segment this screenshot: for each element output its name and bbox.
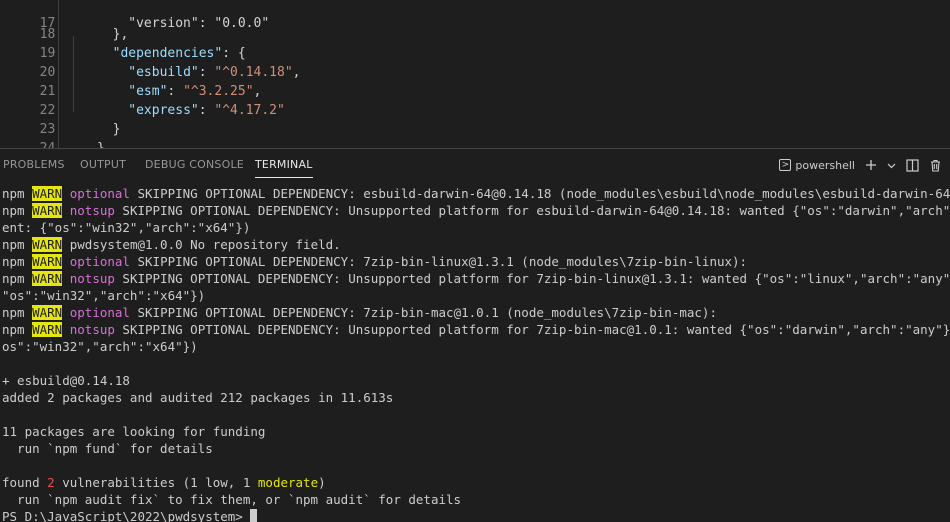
trash-icon [931,159,940,172]
terminal-line: npm WARN pwdsystem@1.0.0 No repository f… [2,237,341,252]
warn-badge: WARN [32,305,63,320]
warn-tag: optional [69,254,130,269]
tab-output[interactable]: OUTPUT [80,158,126,171]
vulnerability-count: 2 [47,475,55,490]
terminal-lines: npm WARN optional SKIPPING OPTIONAL DEPE… [2,185,950,474]
terminal-line: ent: {"os":"win32","arch":"x64"}) [2,220,251,235]
warn-tag: notsup [69,203,115,218]
terminal-line: npm WARN notsup SKIPPING OPTIONAL DEPEND… [2,203,950,218]
split-icon [906,158,919,172]
new-terminal-button[interactable] [865,159,877,171]
terminal-line: os":"win32","arch":"x64"}) [2,339,198,354]
code-line[interactable]: 22 "express": "^4.17.2" [0,82,950,118]
code-line[interactable]: 18 }, [0,6,950,42]
warn-badge: WARN [32,186,63,201]
code-line[interactable]: 19 "dependencies": { [0,25,950,61]
line-number: 24 [31,139,56,148]
warn-badge: WARN [32,322,63,337]
terminal-line: "os":"win32","arch":"x64"}) [2,288,206,303]
terminal-icon: > [779,159,792,171]
code-line[interactable]: 24 } [0,120,950,148]
terminal-line: npm WARN optional SKIPPING OPTIONAL DEPE… [2,305,717,320]
prompt-text: PS D:\JavaScript\2022\pwdsystem> [2,509,251,522]
terminal-prompt[interactable]: PS D:\JavaScript\2022\pwdsystem> [2,508,950,522]
moderate-label: moderate [257,475,319,490]
panel-actions: > powershell [779,156,942,174]
terminal-line: npm WARN optional SKIPPING OPTIONAL DEPE… [2,254,748,269]
terminal-line: npm WARN optional SKIPPING OPTIONAL DEPE… [2,186,950,201]
warn-tag: notsup [69,271,115,286]
warn-badge: WARN [32,271,63,286]
terminal-line: + esbuild@0.14.18 [2,373,130,388]
terminal-line: 11 packages are looking for funding [2,424,266,439]
warn-tag: optional [69,186,130,201]
terminal-cursor [250,509,258,522]
warn-badge: WARN [32,237,63,252]
kill-terminal-button[interactable] [929,159,942,172]
warn-badge: WARN [32,254,63,269]
terminal-line: run `npm fund` for details [2,441,213,456]
terminal-output[interactable]: npm WARN optional SKIPPING OPTIONAL DEPE… [2,185,950,522]
terminal-line: npm WARN notsup SKIPPING OPTIONAL DEPEND… [2,322,950,337]
terminal-line: run `npm audit fix` to fix them, or `npm… [2,492,462,507]
warn-tag: notsup [69,322,115,337]
shell-selector[interactable]: > powershell [779,159,855,172]
code-editor[interactable]: 17 "version": "0.0.0" 18 }, 19 "dependen… [0,0,950,148]
tab-terminal[interactable]: TERMINAL [255,158,313,178]
tab-problems[interactable]: PROBLEMS [3,158,65,171]
terminal-line: npm WARN notsup SKIPPING OPTIONAL DEPEND… [2,271,950,286]
shell-name: powershell [795,158,855,172]
terminal-line-vulnerabilities: found 2 vulnerabilities (1 low, 1 modera… [2,475,326,490]
terminal-dropdown-button[interactable] [887,161,896,170]
warn-badge: WARN [32,203,63,218]
code-line[interactable]: 20 "esbuild": "^0.14.18", [0,44,950,80]
code-line[interactable]: 23 } [0,101,950,137]
tab-debug-console[interactable]: DEBUG CONSOLE [145,158,244,171]
plus-icon [866,160,876,170]
bottom-panel: PROBLEMS OUTPUT DEBUG CONSOLE TERMINAL >… [0,148,950,522]
chevron-down-icon [887,163,896,168]
terminal-line: added 2 packages and audited 212 package… [2,390,394,405]
warn-tag: optional [69,305,130,320]
split-terminal-button[interactable] [906,158,919,172]
code-line[interactable]: 21 "esm": "^3.2.25", [0,63,950,99]
